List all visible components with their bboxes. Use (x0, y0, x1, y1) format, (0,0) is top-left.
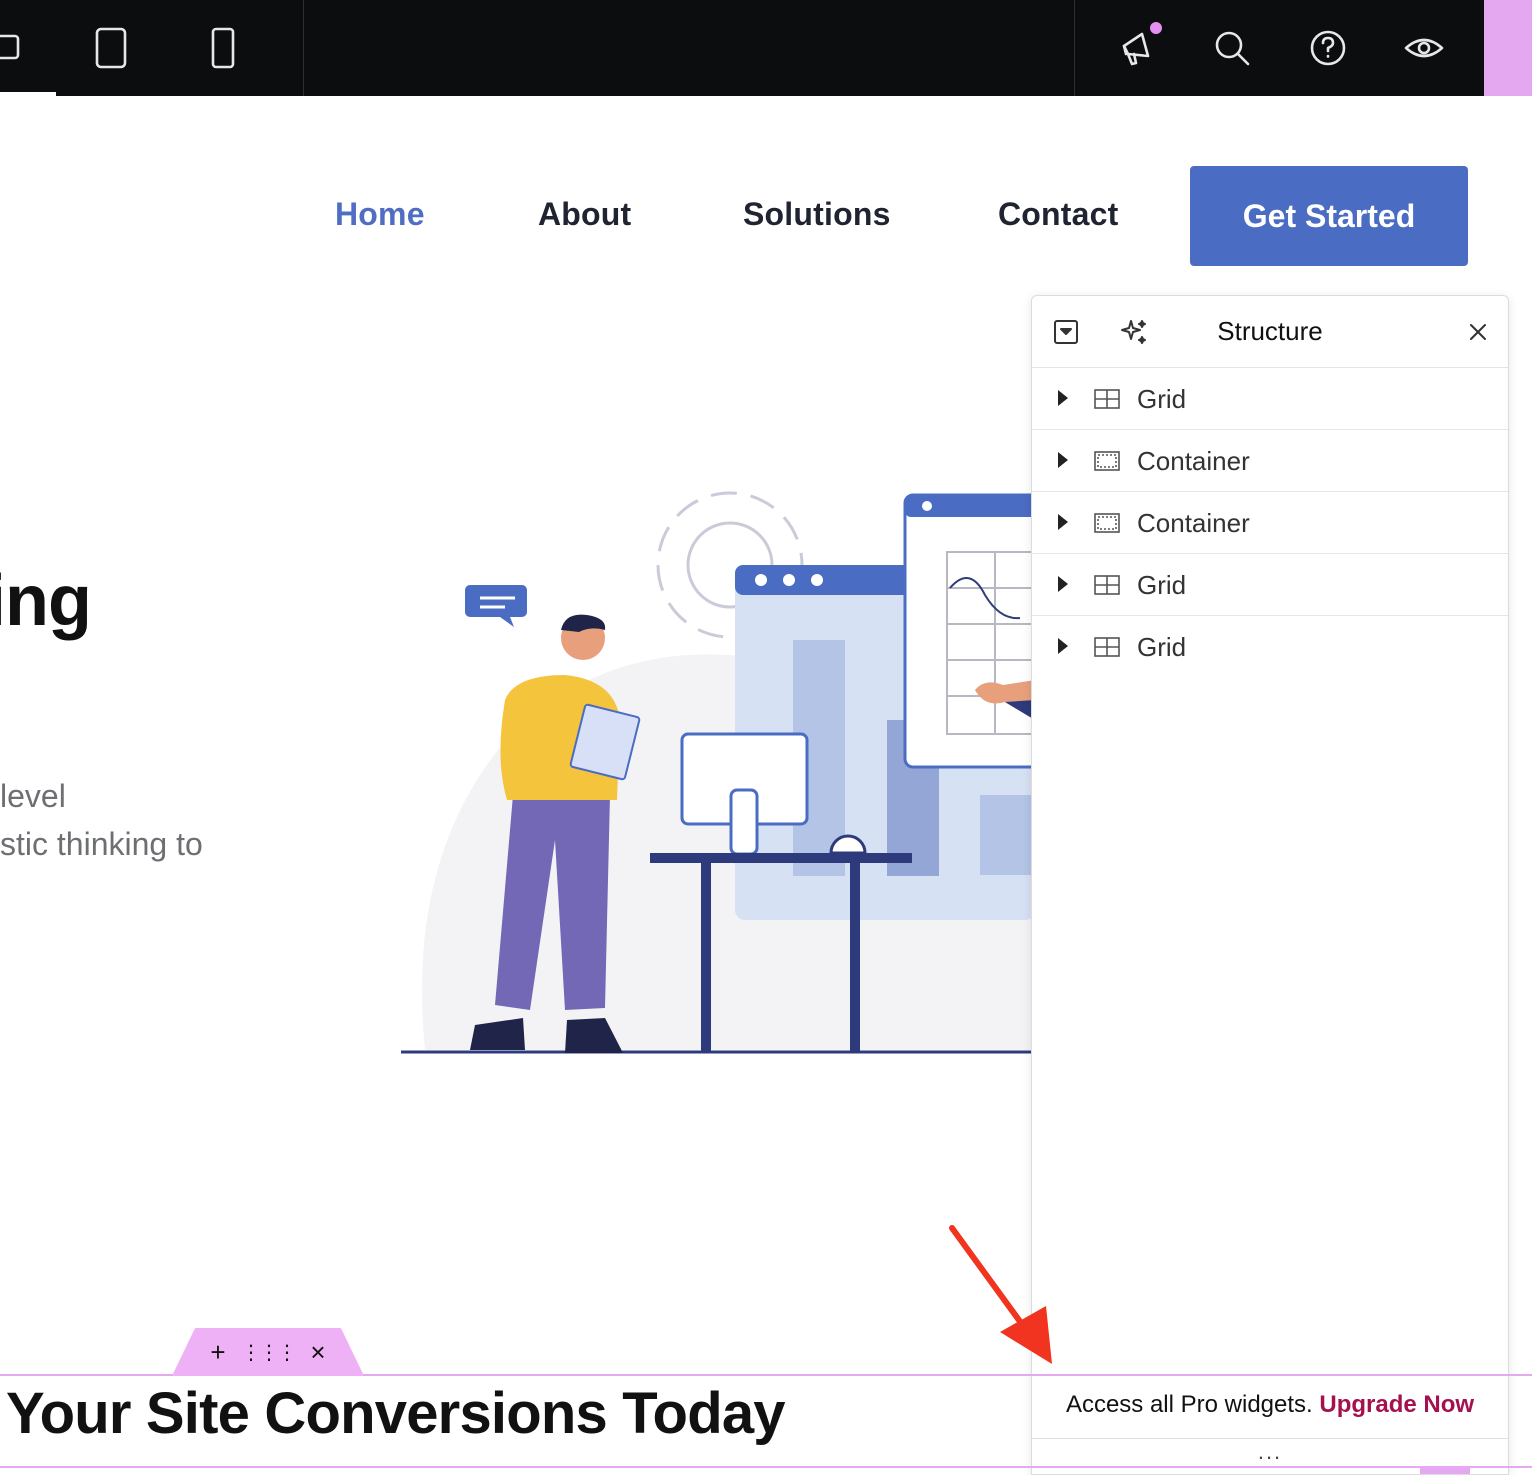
drag-handle-icon[interactable]: ⋮⋮⋮ (241, 1336, 297, 1368)
eye-icon[interactable] (1400, 24, 1448, 72)
container-icon (1094, 513, 1120, 533)
help-icon[interactable] (1304, 24, 1352, 72)
expand-caret-icon[interactable] (1058, 452, 1068, 468)
editor-accent-strip (1484, 0, 1532, 96)
hero-heading: ing (0, 561, 92, 641)
grid-icon (1094, 389, 1120, 409)
grid-icon (1094, 575, 1120, 595)
structure-item-label: Grid (1137, 384, 1187, 414)
grid-icon (1094, 637, 1120, 657)
nav-about[interactable]: About (538, 196, 631, 233)
structure-panel: Structure Grid Container Container Grid … (1031, 295, 1509, 1475)
search-icon[interactable] (1208, 24, 1256, 72)
notification-dot (1148, 20, 1164, 36)
container-icon (1094, 451, 1120, 471)
active-device-indicator (0, 92, 56, 96)
structure-item-label: Grid (1137, 570, 1187, 600)
nav-solutions[interactable]: Solutions (743, 196, 891, 233)
section-heading: Your Site Conversions Today (6, 1381, 786, 1446)
structure-item-grid[interactable]: Grid (1032, 368, 1508, 430)
structure-item-label: Grid (1137, 632, 1187, 662)
hero-text-line-2: stic thinking to (0, 826, 203, 862)
section-toolbar: + ⋮⋮⋮ × (172, 1328, 364, 1376)
structure-panel-title: Structure (1217, 316, 1323, 346)
upgrade-now-link[interactable]: Upgrade Now (1319, 1391, 1474, 1418)
structure-item-container[interactable]: Container (1032, 430, 1508, 492)
close-icon[interactable] (1460, 314, 1496, 350)
pro-notice-text: Access all Pro widgets. (1065, 1391, 1313, 1418)
structure-item-label: Container (1137, 446, 1250, 476)
expand-caret-icon[interactable] (1058, 390, 1068, 406)
delete-section-icon[interactable]: × (302, 1336, 334, 1368)
section-outline-bottom (0, 1466, 1532, 1468)
structure-item-container[interactable]: Container (1032, 492, 1508, 554)
structure-item-label: Container (1137, 508, 1250, 538)
mobile-icon[interactable] (199, 24, 247, 72)
hero-illustration (401, 491, 1035, 1054)
desktop-icon[interactable] (0, 24, 30, 72)
structure-item-grid[interactable]: Grid (1032, 554, 1508, 616)
add-section-icon[interactable]: + (202, 1336, 234, 1368)
expand-caret-icon[interactable] (1058, 638, 1068, 654)
annotation-arrow-icon (949, 1225, 1052, 1364)
expand-caret-icon[interactable] (1058, 514, 1068, 530)
get-started-button[interactable]: Get Started (1190, 166, 1468, 266)
nav-contact[interactable]: Contact (998, 196, 1119, 233)
structure-panel-header: Structure (1032, 296, 1508, 368)
tablet-icon[interactable] (87, 24, 135, 72)
editor-top-bar (0, 0, 1484, 96)
hero-text-line-1: level (0, 778, 66, 814)
pro-upgrade-notice: Access all Pro widgets. Upgrade Now (1032, 1374, 1508, 1438)
structure-item-grid[interactable]: Grid (1032, 616, 1508, 678)
nav-home[interactable]: Home (335, 196, 425, 233)
expand-caret-icon[interactable] (1058, 576, 1068, 592)
section-outline-tab (1420, 1466, 1470, 1474)
